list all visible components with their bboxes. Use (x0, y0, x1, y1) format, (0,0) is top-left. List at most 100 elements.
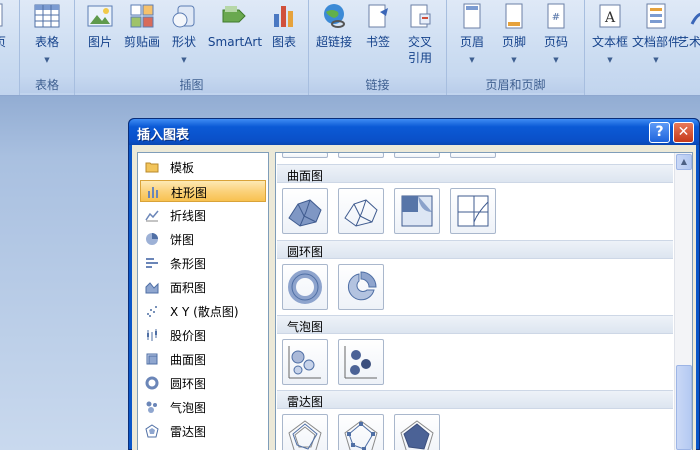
section-header-bubble: 气泡图 (277, 315, 673, 334)
hyperlink-icon (324, 4, 345, 28)
ribbon-group-text: A 文本框 ▼ 文档部件 ▼ 艺术 (585, 0, 700, 95)
category-radar[interactable]: 雷达图 (140, 420, 266, 442)
category-label: 面积图 (170, 281, 207, 295)
stock-chart-icon (147, 329, 157, 341)
group-label-illustrations: 插图 (75, 77, 308, 93)
category-doughnut[interactable]: 圆环图 (140, 372, 266, 394)
chart-button[interactable]: 图表 (259, 0, 309, 76)
shapes-icon (172, 5, 195, 28)
category-bubble[interactable]: 气泡图 (140, 396, 266, 418)
radar-chart-icon (145, 424, 159, 438)
category-templates[interactable]: 模板 (140, 156, 266, 178)
chevron-down-icon: ▼ (653, 56, 659, 64)
table-button[interactable]: 表格 ▼ (22, 0, 72, 76)
category-scatter[interactable]: X Y (散点图) (140, 300, 266, 322)
insert-chart-dialog: 插入图表 ? ✕ 模板 柱形图 折线图 饼图 条形图 面积图 X Y (散点图)… (128, 118, 700, 450)
quick-parts-button[interactable]: 文档部件 ▼ (631, 0, 681, 76)
gallery-scrollbar[interactable]: ▲ (674, 153, 692, 450)
bubble-thumb[interactable] (282, 339, 328, 385)
page-number-label: 页码 (543, 35, 568, 49)
radar-icon (288, 420, 322, 450)
page-number-button[interactable]: # 页码 ▼ (531, 0, 581, 76)
wireframe-surface-3d-thumb[interactable] (338, 188, 384, 234)
textbox-icon: A (599, 4, 621, 28)
chart-thumb-partial[interactable] (450, 153, 496, 158)
close-button[interactable]: ✕ (673, 122, 694, 143)
surface-chart-icon (146, 353, 158, 365)
chevron-down-icon: ▼ (553, 56, 559, 64)
category-label: 雷达图 (170, 425, 207, 439)
category-surface[interactable]: 曲面图 (140, 348, 266, 370)
page-button[interactable]: 页 (0, 0, 10, 76)
section-title: 圆环图 (287, 245, 324, 259)
clipart-icon (130, 4, 154, 28)
page-label: 页 (0, 35, 7, 49)
svg-text:#: # (552, 12, 560, 23)
category-label: 条形图 (170, 257, 207, 271)
scatter-chart-icon (147, 306, 157, 317)
chevron-down-icon: ▼ (511, 56, 517, 64)
doughnut-icon (288, 270, 322, 304)
surface-3d-icon (288, 199, 322, 227)
section-title: 雷达图 (287, 395, 324, 409)
exploded-doughnut-icon (347, 271, 377, 301)
section-title: 气泡图 (287, 320, 324, 334)
group-label-header-footer: 页眉和页脚 (447, 77, 584, 93)
cross-reference-button[interactable]: 交叉 引用 (395, 0, 445, 76)
svg-text:A: A (604, 10, 616, 26)
category-pie[interactable]: 饼图 (140, 228, 266, 250)
wireframe-contour-thumb[interactable] (450, 188, 496, 234)
contour-thumb[interactable] (394, 188, 440, 234)
smartart-icon (222, 6, 246, 23)
column-chart-icon (148, 187, 158, 198)
bubble-icon (288, 346, 321, 379)
category-line[interactable]: 折线图 (140, 204, 266, 226)
filled-radar-icon (400, 420, 434, 450)
radar-with-markers-thumb[interactable] (338, 414, 384, 450)
category-label: 气泡图 (170, 401, 207, 415)
exploded-doughnut-thumb[interactable] (338, 264, 384, 310)
category-label: 折线图 (170, 209, 207, 223)
doughnut-thumb[interactable] (282, 264, 328, 310)
doughnut-chart-icon (145, 376, 159, 390)
chart-type-gallery: 曲面图 圆环图 气泡图 雷达图 ▲ (275, 152, 693, 450)
wordart-icon (690, 12, 700, 25)
dialog-title: 插入图表 (137, 128, 190, 143)
scroll-thumb[interactable] (676, 365, 692, 450)
bubble-3d-thumb[interactable] (338, 339, 384, 385)
wordart-label: 艺术 (677, 35, 700, 49)
group-label-tables: 表格 (20, 77, 74, 93)
dialog-body: 模板 柱形图 折线图 饼图 条形图 面积图 X Y (散点图) 股价图 曲面图 … (132, 145, 696, 450)
section-header-doughnut: 圆环图 (277, 240, 673, 259)
pie-chart-icon (146, 233, 158, 245)
bar-chart-icon (146, 258, 158, 268)
category-label: 股价图 (170, 329, 207, 343)
scroll-up-button[interactable]: ▲ (676, 154, 692, 170)
category-label: 模板 (170, 161, 195, 175)
chart-thumb-partial[interactable] (282, 153, 328, 158)
category-area[interactable]: 面积图 (140, 276, 266, 298)
ribbon-group-links: 超链接 书签 交叉 引用 链接 (309, 0, 447, 95)
wireframe-surface-icon (344, 199, 378, 227)
bubble-3d-icon (344, 346, 377, 379)
wordart-button[interactable]: 艺术 (677, 0, 700, 76)
category-column[interactable]: 柱形图 (140, 180, 266, 202)
category-stock[interactable]: 股价图 (140, 324, 266, 346)
dialog-titlebar[interactable]: 插入图表 ? ✕ (129, 119, 699, 145)
area-chart-icon (145, 282, 159, 294)
header-icon (463, 3, 481, 29)
help-button[interactable]: ? (649, 122, 670, 143)
surface-3d-thumb[interactable] (282, 188, 328, 234)
cross-reference-icon (410, 4, 431, 28)
ribbon-group-header-footer: 页眉 ▼ 页脚 ▼ # 页码 ▼ 页眉和页脚 (447, 0, 585, 95)
filled-radar-thumb[interactable] (394, 414, 440, 450)
chart-thumb-partial[interactable] (338, 153, 384, 158)
page-icon (0, 3, 3, 27)
category-bar[interactable]: 条形图 (140, 252, 266, 274)
chart-thumb-partial[interactable] (394, 153, 440, 158)
picture-icon (87, 5, 113, 27)
radar-thumb[interactable] (282, 414, 328, 450)
ribbon-group-illustrations: 图片 剪贴画 形状 ▼ SmartArt 图表 插图 (75, 0, 309, 95)
section-header-surface: 曲面图 (277, 164, 673, 183)
category-label: 柱形图 (171, 186, 208, 200)
